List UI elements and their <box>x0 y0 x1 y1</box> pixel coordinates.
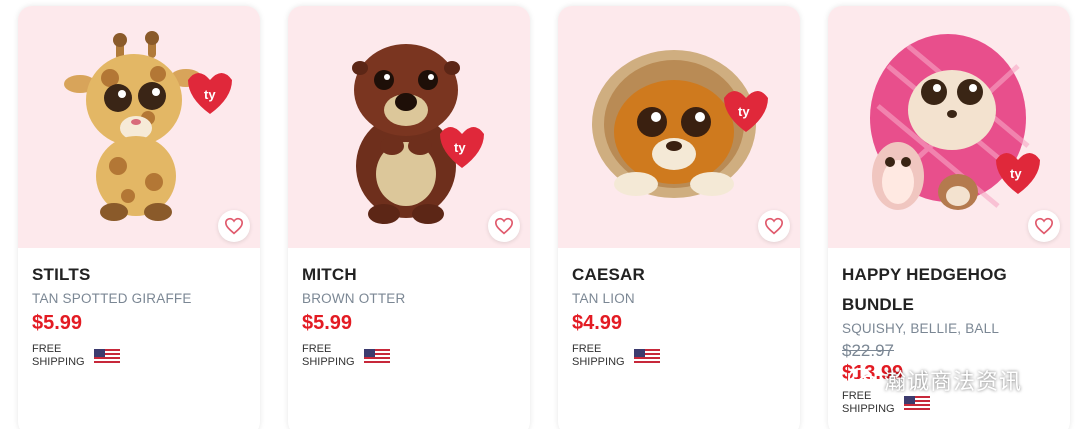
favorite-button[interactable] <box>1028 210 1060 242</box>
svg-text:ty: ty <box>454 140 466 155</box>
free-shipping-label: FREE SHIPPING <box>32 343 85 368</box>
shipping-row: FREE SHIPPING <box>572 343 786 369</box>
hedgehog-bundle-image: ty <box>870 34 1040 210</box>
otter-plush-image: ty <box>352 44 484 224</box>
shipping-row: FREE SHIPPING <box>302 343 516 369</box>
product-subtitle: TAN LION <box>572 291 635 306</box>
product-info: MITCH BROWN OTTER $5.99 FREE SHIPPING <box>288 248 530 369</box>
giraffe-plush-image: ty <box>64 31 232 221</box>
watermark: 瀚诚商法资讯 <box>848 364 1022 396</box>
watermark-text: 瀚诚商法资讯 <box>884 370 1023 395</box>
shipping-row: FREE SHIPPING <box>32 343 246 369</box>
product-name[interactable]: MITCH <box>302 260 516 290</box>
free-shipping-label: FREE SHIPPING <box>572 343 625 368</box>
us-flag-icon <box>634 348 660 364</box>
product-price: $5.99 <box>32 312 83 334</box>
product-info: CAESAR TAN LION $4.99 FREE SHIPPING <box>558 248 800 369</box>
product-image-area[interactable]: ty <box>18 6 260 248</box>
product-card-caesar[interactable]: ty CAESAR TAN LION $4.99 FREE SHIPPING <box>558 6 800 429</box>
product-name[interactable]: HAPPY HEDGEHOG BUNDLE <box>842 260 1056 320</box>
product-card-stilts[interactable]: ty STILTS TAN SPOTTED GIRAFFE $5.99 FREE… <box>18 6 260 429</box>
product-image-area[interactable]: ty <box>828 6 1070 248</box>
product-name[interactable]: CAESAR <box>572 260 786 290</box>
lion-plush-image: ty <box>592 50 768 198</box>
favorite-button[interactable] <box>758 210 790 242</box>
product-subtitle: TAN SPOTTED GIRAFFE <box>32 291 192 306</box>
free-shipping-label: FREE SHIPPING <box>302 343 355 368</box>
favorite-button[interactable] <box>218 210 250 242</box>
svg-text:ty: ty <box>1010 166 1022 181</box>
wechat-icon <box>848 368 878 391</box>
product-image-area[interactable]: ty <box>288 6 530 248</box>
us-flag-icon <box>904 395 930 411</box>
product-image-area[interactable]: ty <box>558 6 800 248</box>
product-card-mitch[interactable]: ty MITCH BROWN OTTER $5.99 FREE SHIPPING <box>288 6 530 429</box>
product-price: $4.99 <box>572 312 623 334</box>
heart-icon <box>1034 217 1054 235</box>
product-grid: ty STILTS TAN SPOTTED GIRAFFE $5.99 FREE… <box>0 0 1080 429</box>
product-price: $5.99 <box>302 312 353 334</box>
product-subtitle: SQUISHY, BELLIE, BALL <box>842 321 1000 336</box>
svg-text:ty: ty <box>738 104 750 119</box>
original-price: $22.97 <box>842 341 894 360</box>
heart-icon <box>224 217 244 235</box>
svg-text:ty: ty <box>204 87 216 102</box>
product-name[interactable]: STILTS <box>32 260 246 290</box>
heart-icon <box>764 217 784 235</box>
us-flag-icon <box>364 348 390 364</box>
product-info: STILTS TAN SPOTTED GIRAFFE $5.99 FREE SH… <box>18 248 260 369</box>
heart-icon <box>494 217 514 235</box>
product-subtitle: BROWN OTTER <box>302 291 406 306</box>
favorite-button[interactable] <box>488 210 520 242</box>
us-flag-icon <box>94 348 120 364</box>
